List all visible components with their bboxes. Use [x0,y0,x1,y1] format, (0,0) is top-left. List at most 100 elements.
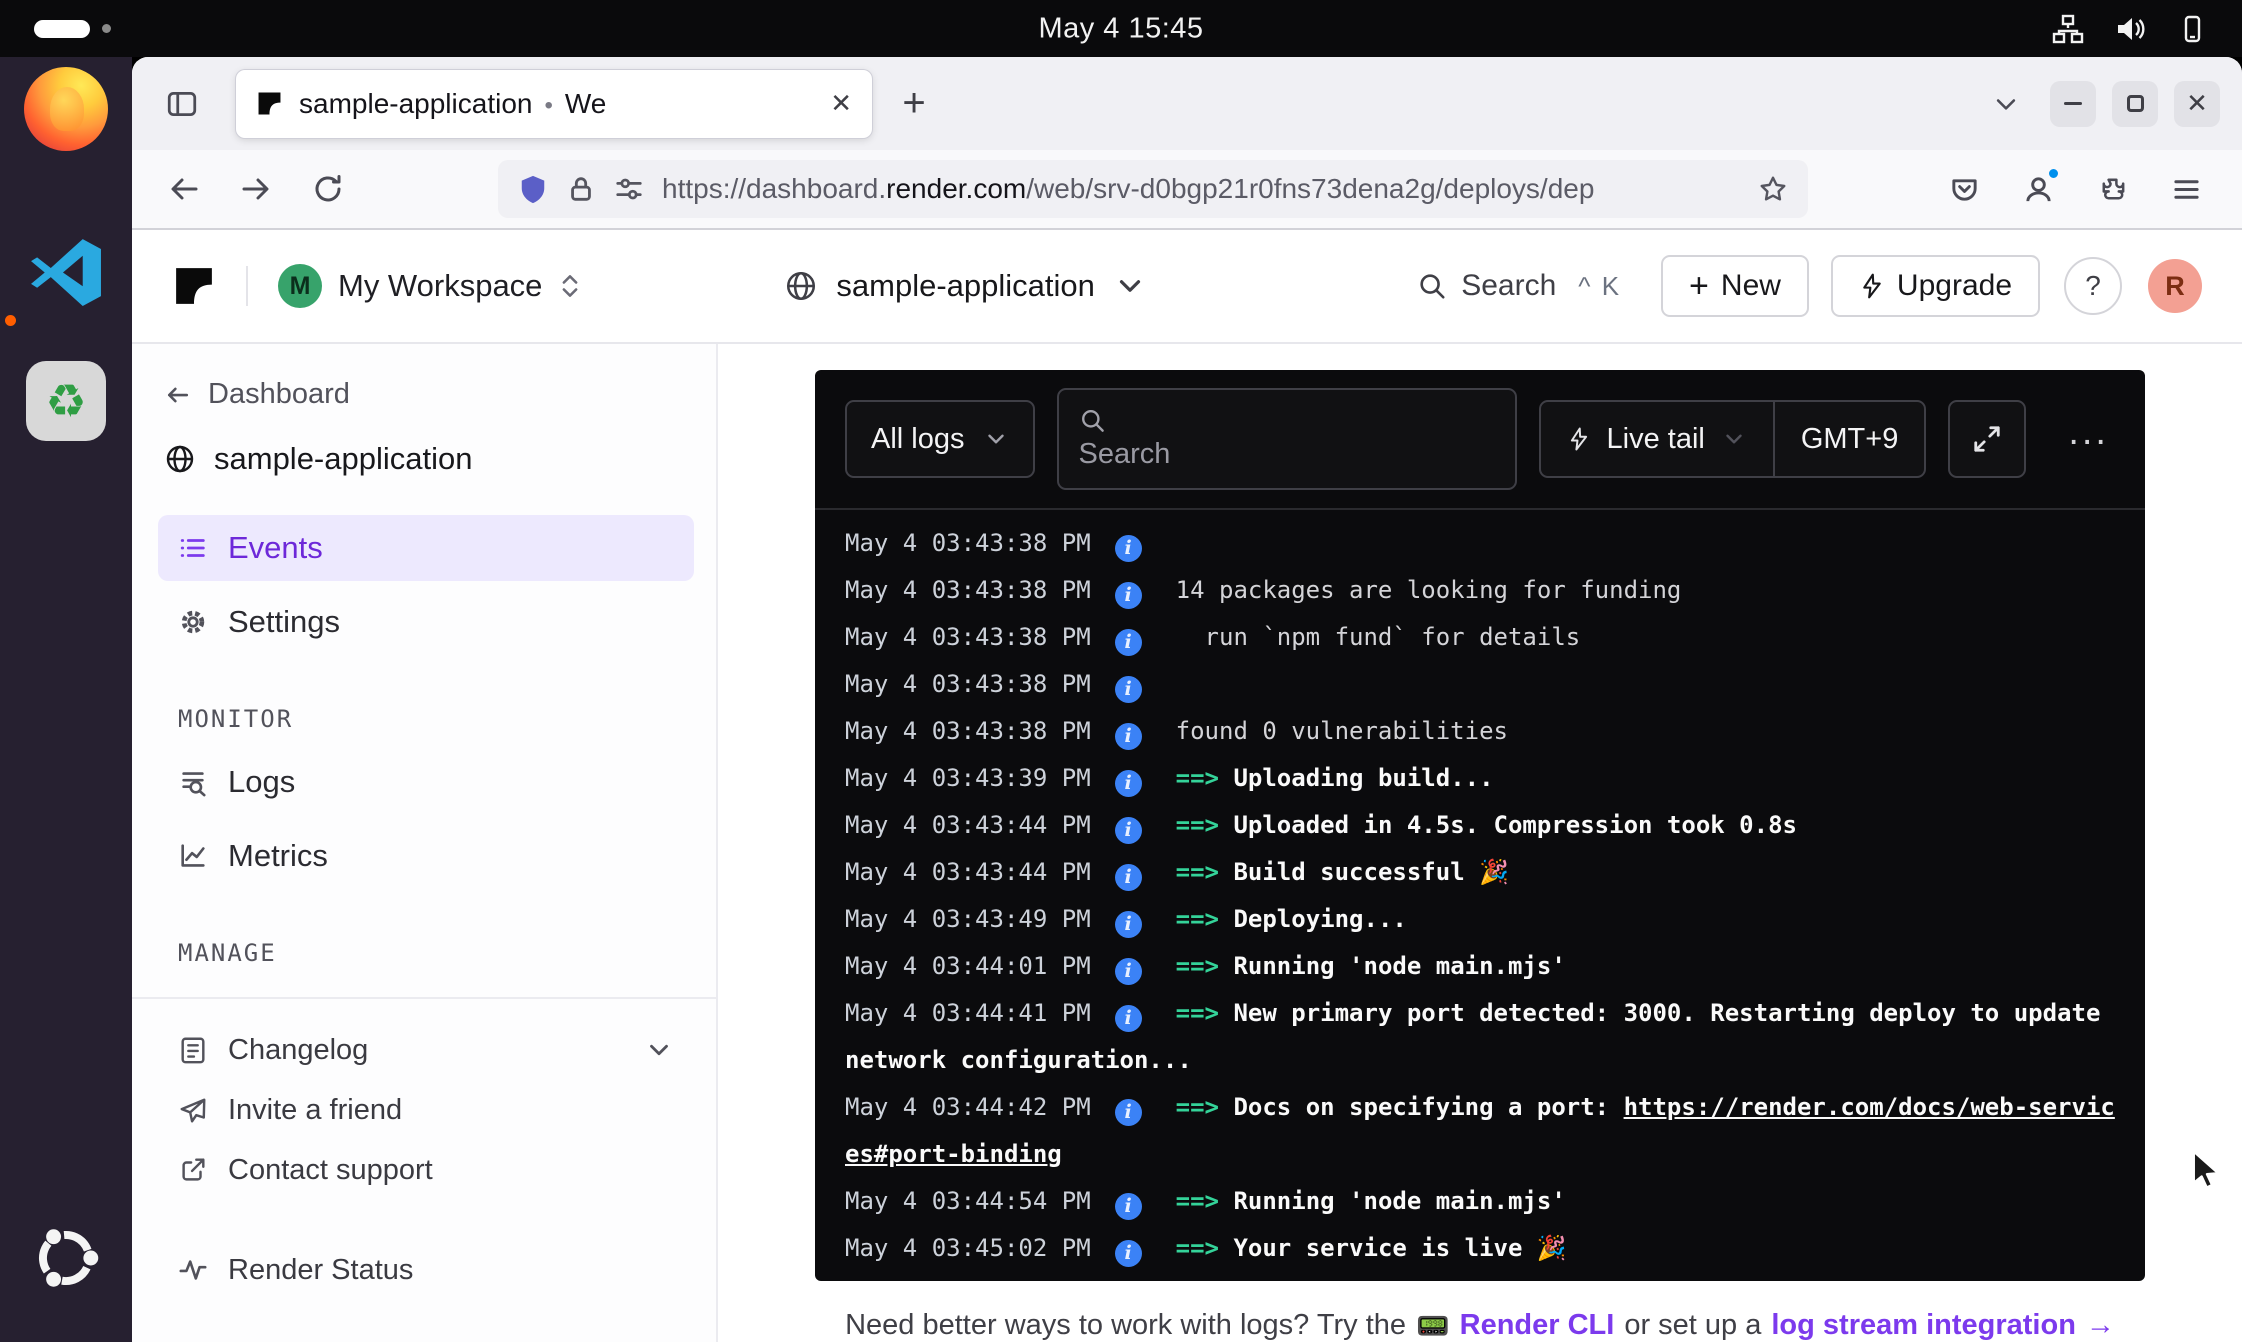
system-clock[interactable]: May 4 15:45 [1038,12,1203,45]
firefox-dock-icon[interactable] [22,65,110,153]
log-line: May 4 03:44:54 PMi==> Running 'node main… [845,1178,2129,1225]
log-message: ==> [1176,952,1219,980]
globe-icon [164,443,196,475]
hamburger-icon [2171,174,2202,205]
log-message: ==> [1176,1234,1219,1262]
sidebar-heading-manage: MANAGE [178,939,694,967]
sidebar-service-name[interactable]: sample-application [158,441,694,477]
ubuntu-dock-icon[interactable] [22,1214,110,1302]
recycle-icon: ♻ [45,374,86,428]
forward-button[interactable] [228,161,284,217]
sidebar-item-logs[interactable]: Logs [158,749,694,815]
live-tail-dropdown[interactable]: Live tail [1541,402,1773,476]
service-selector[interactable]: sample-application [784,268,1146,304]
workspace-name[interactable]: My Workspace [338,268,542,304]
events-list-icon [178,533,208,563]
log-timestamp: May 4 03:45:02 PM [845,1234,1091,1262]
firefox-window: sample-application • We ✕ + ✕ [132,57,2242,1342]
sidebar-item-render-status[interactable]: Render Status [158,1241,694,1299]
tracking-protection-shield-icon[interactable] [518,174,548,204]
log-timestamp: May 4 03:44:01 PM [845,952,1091,980]
global-search[interactable]: Search ^ K [1417,269,1621,303]
render-logo[interactable] [172,264,216,308]
bookmark-star-icon[interactable] [1758,174,1788,204]
log-message: Docs on specifying a port: [1219,1093,1624,1121]
log-line: May 4 03:43:38 PMifound 0 vulnerabilitie… [845,708,2129,755]
log-more-options-button[interactable]: ... [2068,411,2115,468]
log-search-input[interactable]: Search [1057,388,1517,490]
sidebar-item-events[interactable]: Events [158,515,694,581]
close-button[interactable]: ✕ [2174,81,2220,127]
info-icon: i [1115,535,1142,562]
system-tray[interactable] [2052,13,2208,45]
tab-close-button[interactable]: ✕ [830,88,852,119]
main-content: All logs Search Live tail [718,344,2242,1342]
reload-button[interactable] [300,161,356,217]
timezone-button[interactable]: GMT+9 [1773,402,1925,476]
lock-icon[interactable] [566,174,596,204]
system-top-bar: May 4 15:45 [0,0,2242,57]
arrow-right-icon: → [2086,1309,2115,1342]
vscode-logo [28,233,104,309]
pocket-button[interactable] [1936,161,1992,217]
arrow-left-icon [164,381,192,409]
divider [132,997,716,999]
info-icon: i [1115,864,1142,891]
info-icon: i [1115,629,1142,656]
log-message: ==> [1176,811,1219,839]
sidebar-heading-monitor: MONITOR [178,705,694,733]
lightning-icon [1567,427,1591,451]
log-line: May 4 03:45:02 PMi==> Your service is li… [845,1225,2129,1272]
log-timestamp: May 4 03:44:41 PM [845,999,1091,1027]
info-icon: i [1115,1005,1142,1032]
extensions-button[interactable] [2084,161,2140,217]
vscode-dock-icon[interactable] [22,227,110,315]
window-controls: ✕ [1978,76,2220,132]
minimize-button[interactable] [2050,81,2096,127]
sidebar-item-settings[interactable]: Settings [158,589,694,655]
url-bar[interactable]: https://dashboard.render.com/web/srv-d0b… [498,160,1808,218]
new-button[interactable]: + New [1661,255,1809,317]
lightning-icon [1859,273,1885,299]
sidebar-item-invite[interactable]: Invite a friend [158,1081,694,1139]
software-updater-dock-icon[interactable]: ♻ [22,357,110,445]
log-filter-dropdown[interactable]: All logs [845,400,1035,478]
sidebar-item-contact-support[interactable]: Contact support [158,1141,694,1199]
log-message: ==> [1176,858,1219,886]
log-line: May 4 03:43:39 PMi==> Uploading build... [845,755,2129,802]
log-timestamp: May 4 03:44:42 PM [845,1093,1091,1121]
back-button[interactable] [156,161,212,217]
upgrade-button[interactable]: Upgrade [1831,255,2040,317]
info-icon: i [1115,676,1142,703]
firefox-view-button[interactable] [154,76,210,132]
log-stream-integration-link[interactable]: log stream integration [1771,1309,2076,1342]
battery-icon [2176,13,2208,45]
sidebar-item-changelog[interactable]: Changelog [158,1021,694,1079]
workspace-avatar[interactable]: M [278,264,322,308]
sidebar-back-dashboard[interactable]: Dashboard [158,378,694,411]
workspace-switcher-icon[interactable] [556,272,584,300]
browser-tab[interactable]: sample-application • We ✕ [236,70,872,138]
log-lines[interactable]: May 4 03:43:38 PMiMay 4 03:43:38 PMi14 p… [815,510,2145,1281]
user-avatar[interactable]: R [2148,259,2202,313]
mouse-cursor [2185,1148,2227,1190]
info-icon: i [1115,770,1142,797]
account-button[interactable] [2010,161,2066,217]
menu-button[interactable] [2158,161,2214,217]
pocket-icon [1949,174,1980,205]
log-line: May 4 03:43:44 PMi==> Build successful 🎉 [845,849,2129,896]
render-cli-link[interactable]: Render CLI [1460,1309,1615,1342]
log-line: May 4 03:44:01 PMi==> Running 'node main… [845,943,2129,990]
expand-logs-button[interactable] [1948,400,2026,478]
maximize-button[interactable] [2112,81,2158,127]
help-button[interactable]: ? [2064,257,2122,315]
list-all-tabs-button[interactable] [1978,76,2034,132]
footer-text: Need better ways to work with logs? Try … [845,1309,1406,1342]
sidebar-item-metrics[interactable]: Metrics [158,823,694,889]
new-tab-button[interactable]: + [886,76,942,132]
firefox-view-icon [165,87,199,121]
log-timestamp: May 4 03:43:38 PM [845,623,1091,651]
info-icon: i [1115,582,1142,609]
permissions-icon[interactable] [614,174,644,204]
url-text[interactable]: https://dashboard.render.com/web/srv-d0b… [662,173,1740,205]
